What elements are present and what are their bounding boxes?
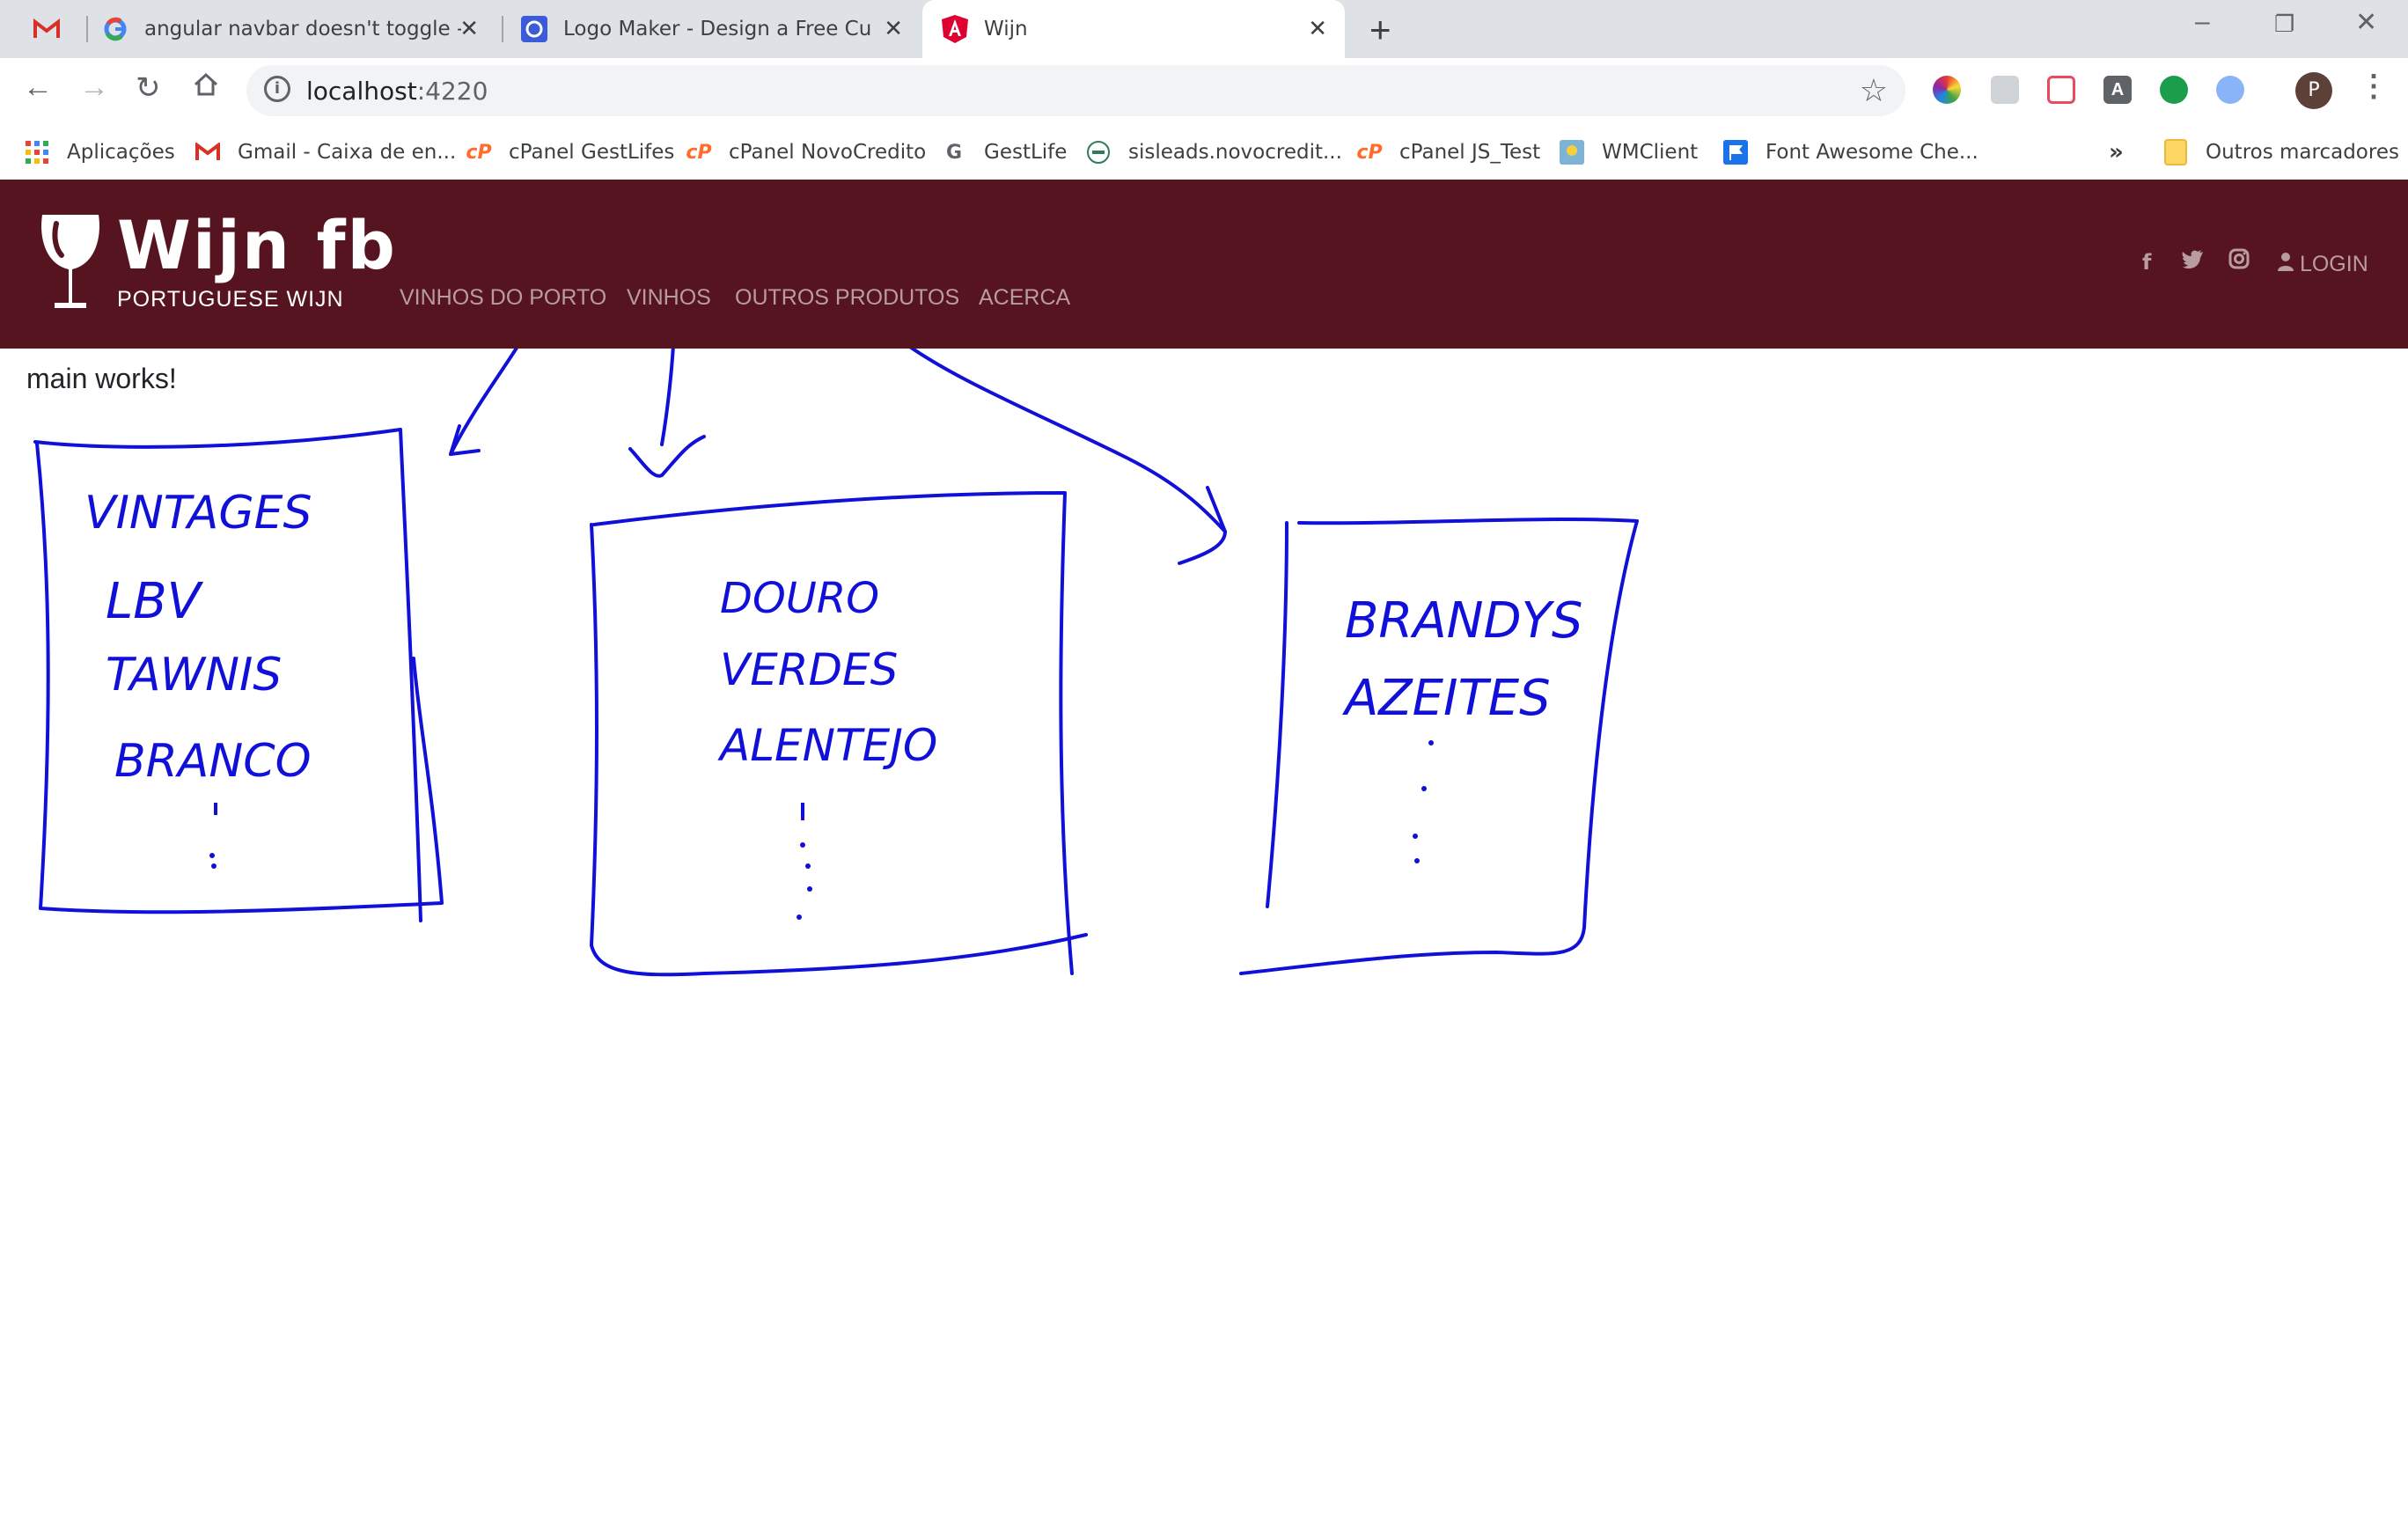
url-text: localhost:4220 [306, 77, 488, 106]
nav-link-vinhos-do-porto[interactable]: VINHOS DO PORTO [400, 285, 606, 311]
bookmark-label: Font Awesome Che... [1766, 141, 1979, 164]
bookmark-label: Gmail - Caixa de en... [238, 141, 457, 164]
reload-icon[interactable]: ↻ [136, 70, 161, 106]
arrow-to-box1 [449, 349, 518, 456]
restore-icon[interactable]: ❐ [2274, 11, 2294, 38]
cube-extension-icon[interactable] [1991, 76, 2019, 104]
sketch-label: LBV [106, 573, 204, 630]
sketch-label: BRANCO [114, 735, 312, 788]
font-extension-icon[interactable]: A [2103, 76, 2132, 104]
tab-gmail[interactable] [0, 0, 84, 58]
login-button[interactable]: LOGIN [2278, 252, 2368, 277]
google-icon [102, 16, 128, 42]
address-bar[interactable]: i localhost:4220 ☆ [246, 65, 1905, 116]
angular-icon [942, 15, 968, 43]
bookmark-label: cPanel GestLifes [509, 141, 675, 164]
folder-icon [2163, 139, 2188, 165]
wine-glass-logo-icon[interactable] [35, 211, 106, 315]
browser-toolbar: ← → ↻ i localhost:4220 ☆ A P ⋮ [0, 58, 2408, 125]
bookmark-item[interactable]: cP cPanel GestLifes [466, 125, 674, 180]
user-icon [2278, 252, 2300, 276]
bookmark-item[interactable]: G GestLife [942, 125, 1067, 180]
new-tab-button[interactable]: + [1369, 9, 1391, 51]
bookmark-item[interactable]: Aplicações [25, 125, 175, 180]
gmail-icon [195, 140, 220, 165]
bookmark-item[interactable]: Gmail - Caixa de en... [195, 125, 456, 180]
more-bookmarks-chevron[interactable]: » [2109, 125, 2124, 180]
tab-wijn[interactable]: Wijn ✕ [922, 0, 1345, 58]
twitter-icon[interactable] [2181, 248, 2204, 275]
forward-icon[interactable]: → [79, 70, 109, 105]
tab-google-search[interactable]: angular navbar doesn't toggle - ✕ [92, 0, 496, 58]
bookmark-folder[interactable]: Outros marcadores [2163, 125, 2399, 180]
bookmark-item[interactable]: cP cPanel JS_Test [1356, 125, 1541, 180]
bookmark-label: GestLife [984, 141, 1068, 164]
hand-drawn-sketch: VINTAGES LBV TAWNIS BRANCO DOURO VERDES … [33, 349, 1639, 977]
sketch-label: VERDES [720, 644, 898, 695]
bookmark-item[interactable]: sisleads.novocredit... [1086, 125, 1342, 180]
bookmark-label: Aplicações [67, 141, 175, 164]
brand-title[interactable]: Wijn fb [117, 206, 397, 284]
sketch-label: VINTAGES [84, 487, 312, 540]
facebook-icon[interactable]: f [2142, 250, 2151, 275]
tab-title: Wijn [984, 18, 1028, 40]
close-icon[interactable]: ✕ [884, 16, 903, 42]
minimize-icon[interactable]: – [2195, 7, 2210, 37]
sketch-label: BRANDYS [1345, 592, 1582, 650]
info-icon[interactable]: i [264, 76, 290, 102]
app-navbar: Wijn fb PORTUGUESE WIJN VINHOS DO PORTO … [0, 180, 2408, 349]
arrow-to-box2 [660, 349, 675, 446]
extension-icon[interactable] [2216, 76, 2244, 104]
tab-strip: angular navbar doesn't toggle - ✕ Logo M… [0, 0, 2408, 58]
flag-icon [1723, 140, 1748, 165]
home-icon[interactable] [192, 70, 220, 106]
calendar-extension-icon[interactable] [2047, 76, 2075, 104]
arrow-to-box3 [909, 349, 1227, 533]
window-close-icon[interactable]: ✕ [2355, 7, 2377, 38]
brand-subtitle: PORTUGUESE WIJN [117, 287, 344, 312]
tab-logo-maker[interactable]: Logo Maker - Design a Free Cust ✕ [507, 0, 921, 58]
sketch-label: AZEITES [1342, 670, 1551, 727]
logo-maker-icon [521, 16, 547, 42]
cpanel-icon: cP [466, 141, 492, 164]
cpanel-icon: cP [1356, 141, 1383, 164]
wmclient-icon [1560, 140, 1584, 165]
bookmark-label: sisleads.novocredit... [1128, 141, 1342, 164]
cpanel-icon: cP [686, 141, 712, 164]
menu-kebab-icon[interactable]: ⋮ [2359, 69, 2389, 104]
close-icon[interactable]: ✕ [1308, 16, 1327, 42]
nav-link-acerca[interactable]: ACERCA [979, 285, 1070, 311]
profile-avatar[interactable]: P [2295, 72, 2332, 109]
bookmark-label: Outros marcadores [2206, 141, 2399, 164]
bookmark-label: WMClient [1602, 141, 1699, 164]
nav-link-vinhos[interactable]: VINHOS [627, 285, 711, 311]
gestlife-icon: G [945, 141, 963, 164]
sketch-label: DOURO [720, 574, 879, 623]
bookmark-label: cPanel JS_Test [1399, 141, 1541, 164]
sketch-box-3 [1239, 518, 1639, 975]
bookmark-item[interactable]: WMClient [1560, 125, 1698, 180]
sketch-label: TAWNIS [106, 649, 282, 701]
mustache-extension-icon[interactable] [2160, 76, 2188, 104]
gmail-icon [33, 16, 60, 42]
bookmark-label: cPanel NovoCredito [729, 141, 927, 164]
close-icon[interactable]: ✕ [459, 16, 479, 42]
bookmarks-bar: Aplicações Gmail - Caixa de en... cP cPa… [0, 125, 2408, 180]
apps-grid-icon [25, 140, 49, 165]
nav-link-outros-produtos[interactable]: OUTROS PRODUTOS [735, 285, 959, 311]
instagram-icon[interactable] [2228, 248, 2250, 275]
tab-title: angular navbar doesn't toggle - [144, 18, 461, 40]
back-icon[interactable]: ← [23, 70, 53, 105]
color-picker-extension-icon[interactable] [1933, 76, 1961, 104]
sisleads-icon [1086, 140, 1111, 165]
bookmark-star-icon[interactable]: ☆ [1860, 72, 1888, 109]
tab-title: Logo Maker - Design a Free Cust [563, 18, 871, 40]
bookmark-item[interactable]: Font Awesome Che... [1723, 125, 1979, 180]
login-label: LOGIN [2299, 252, 2368, 276]
bookmark-item[interactable]: cP cPanel NovoCredito [686, 125, 926, 180]
sketch-label: ALENTEJO [717, 720, 937, 771]
